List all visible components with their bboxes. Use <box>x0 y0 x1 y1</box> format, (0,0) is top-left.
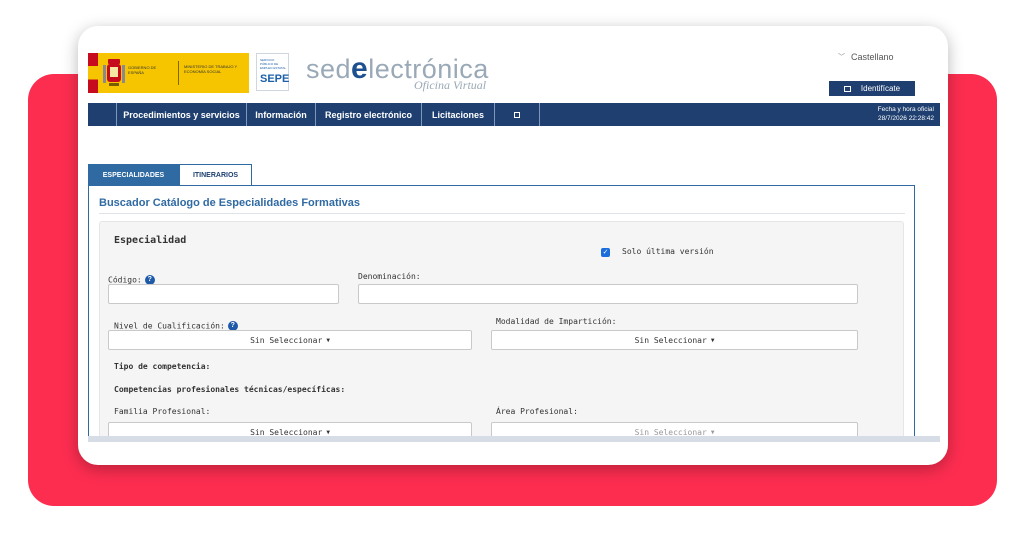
login-label: Identifícate <box>860 84 901 93</box>
caret-down-icon: ▼ <box>326 336 330 344</box>
section-title: Especialidad <box>114 235 187 246</box>
datetime-label: Fecha y hora oficial <box>877 106 934 113</box>
logo-divider <box>178 61 179 85</box>
tipo-competencia-label: Tipo de competencia: <box>114 362 211 371</box>
competencias-label: Competencias profesionales técnicas/espe… <box>114 385 346 394</box>
nav-licitaciones[interactable]: Licitaciones <box>421 103 494 126</box>
official-datetime: Fecha y hora oficial 28/7/2026 22:28:42 <box>878 105 934 123</box>
nav-procedimientos[interactable]: Procedimientos y servicios <box>116 103 246 126</box>
datetime-value: 28/7/2026 22:28:42 <box>877 115 934 122</box>
caret-down-icon: ▼ <box>710 428 715 436</box>
browser-card: GOBIERNO DE ESPAÑA MINISTERIO DE TRABAJO… <box>78 26 948 465</box>
brand-subtitle: Oficina Virtual <box>414 78 487 92</box>
area-label: Área Profesional: <box>496 407 578 416</box>
caret-down-icon: ▼ <box>326 428 330 436</box>
chevron-down-icon: ﹀ <box>838 54 845 61</box>
nav-registro[interactable]: Registro electrónico <box>315 103 421 126</box>
nivel-select[interactable]: Sin Seleccionar ▼ <box>108 330 472 350</box>
nav-label: Licitaciones <box>431 109 485 120</box>
government-text: GOBIERNO DE ESPAÑA <box>128 65 157 75</box>
brand-e: e <box>351 52 369 85</box>
language-selector[interactable]: ﹀ Castellano <box>838 52 894 62</box>
square-icon <box>514 111 520 118</box>
nav-label: Procedimientos y servicios <box>123 109 240 120</box>
select-value: Sin Seleccionar <box>634 335 707 345</box>
tab-itinerarios[interactable]: ITINERARIOS <box>179 164 252 186</box>
modalidad-label: Modalidad de Impartición: <box>496 317 617 326</box>
familia-label: Familia Profesional: <box>114 407 211 416</box>
denominacion-label: Denominación: <box>358 272 421 281</box>
page-viewport: GOBIERNO DE ESPAÑA MINISTERIO DE TRABAJO… <box>88 26 940 438</box>
coat-of-arms-icon <box>103 59 125 86</box>
select-value: Sin Seleccionar <box>250 335 323 345</box>
login-button[interactable]: Identifícate <box>829 81 915 96</box>
nav-informacion[interactable]: Información <box>246 103 315 126</box>
denominacion-input[interactable] <box>358 284 858 304</box>
caret-down-icon: ▼ <box>710 336 715 344</box>
nav-extra-button[interactable] <box>494 103 540 126</box>
latest-version-checkbox[interactable]: ✓ <box>601 248 610 257</box>
codigo-input[interactable] <box>108 284 339 304</box>
nav-label: Registro electrónico <box>324 109 413 120</box>
panel-title: Buscador Catálogo de Especialidades Form… <box>99 197 361 209</box>
square-icon <box>843 85 851 92</box>
brand-prefix: sed <box>306 54 352 84</box>
main-navbar: Procedimientos y servicios Información R… <box>88 103 940 126</box>
modalidad-select[interactable]: Sin Seleccionar ▼ <box>491 330 858 350</box>
latest-version-label: Solo última versión <box>622 247 714 256</box>
ministry-text: MINISTERIO DE TRABAJO Y ECONOMÍA SOCIAL <box>184 64 238 74</box>
government-logo[interactable]: GOBIERNO DE ESPAÑA MINISTERIO DE TRABAJO… <box>88 53 249 93</box>
sepe-logo-subtitle: SERVICIO PÚBLICO DE EMPLEO ESTATAL <box>260 58 287 70</box>
flag-stripe <box>88 53 98 93</box>
horizontal-scrollbar[interactable] <box>88 436 940 442</box>
sepe-logo-text: SEPE <box>260 73 290 85</box>
sepe-logo[interactable]: SERVICIO PÚBLICO DE EMPLEO ESTATAL SEPE <box>256 53 289 91</box>
nav-label: Información <box>255 109 307 120</box>
panel-divider <box>99 213 905 214</box>
language-label: Castellano <box>851 52 894 62</box>
tab-especialidades[interactable]: ESPECIALIDADES <box>88 164 179 186</box>
